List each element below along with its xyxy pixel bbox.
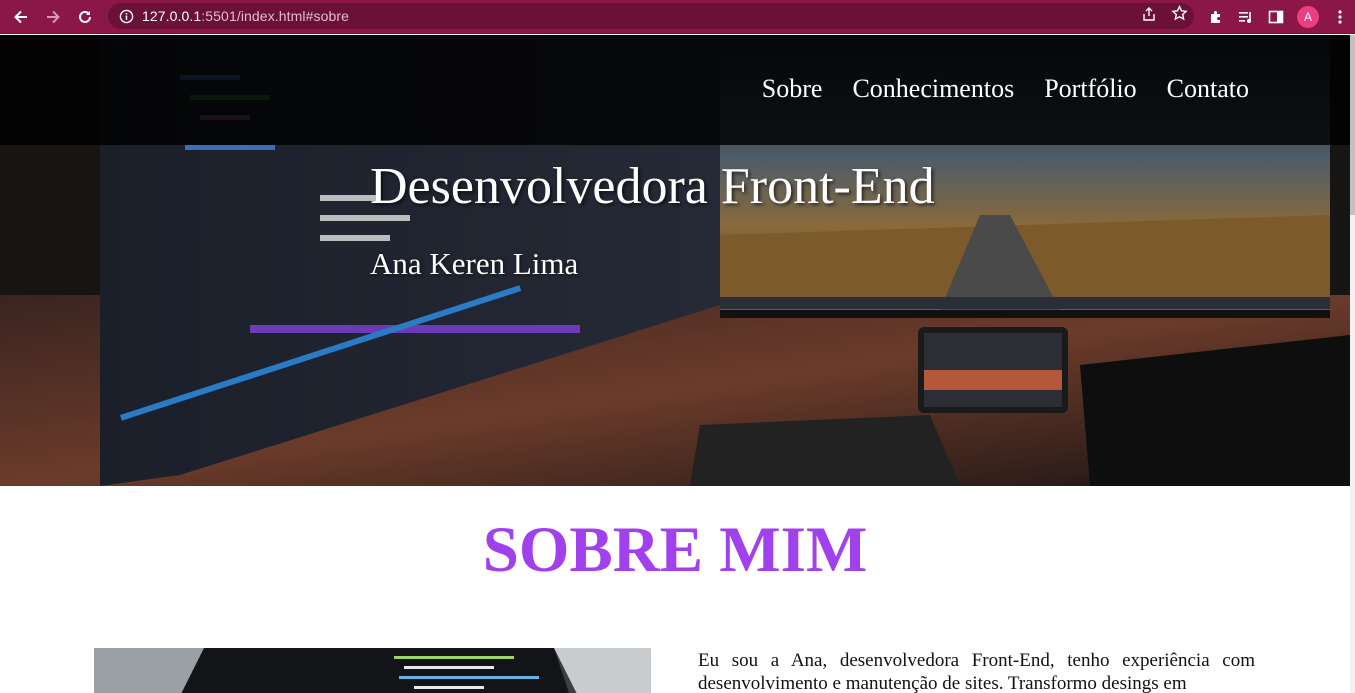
profile-avatar[interactable]: A [1297,6,1319,28]
address-bar[interactable]: 127.0.0.1:5501/index.html#sobre [108,3,1194,29]
star-icon[interactable] [1171,4,1188,27]
nav-links: Sobre Conhecimentos Portfólio Contato [762,74,1249,104]
side-panel-icon[interactable] [1261,0,1291,34]
top-navbar: Sobre Conhecimentos Portfólio Contato [0,35,1350,145]
back-icon[interactable] [10,6,32,28]
url-text[interactable]: 127.0.0.1:5501/index.html#sobre [142,8,349,24]
sobre-heading: SOBRE MIM [482,514,868,586]
nav-link-contato[interactable]: Contato [1167,74,1249,104]
extensions-icon[interactable] [1201,0,1231,34]
nav-link-conhecimentos[interactable]: Conhecimentos [852,74,1014,104]
info-icon[interactable] [118,8,134,24]
page-scrollbar[interactable] [1350,35,1355,693]
menu-icon[interactable] [1325,0,1355,34]
nav-link-sobre[interactable]: Sobre [762,74,823,104]
forward-icon[interactable] [42,6,64,28]
media-icon[interactable] [1231,0,1261,34]
hero-section: Sobre Conhecimentos Portfólio Contato De… [0,35,1350,486]
nav-link-portfolio[interactable]: Portfólio [1044,74,1136,104]
browser-toolbar: 127.0.0.1:5501/index.html#sobre A [0,0,1355,34]
share-icon[interactable] [1141,6,1157,27]
sobre-paragraph: Eu sou a Ana, desenvolvedora Front-End, … [698,650,1255,693]
url-host: 127.0.0.1 [142,8,202,24]
hero-subtitle: Ana Keren Lima [370,246,579,281]
url-path: :5501/index.html#sobre [201,8,350,24]
reload-icon[interactable] [74,6,96,28]
scrollbar-thumb[interactable] [1350,35,1355,215]
hero-title: Desenvolvedora Front-End [370,158,935,215]
web-page: Sobre Conhecimentos Portfólio Contato De… [0,35,1355,693]
sobre-image [94,648,651,693]
